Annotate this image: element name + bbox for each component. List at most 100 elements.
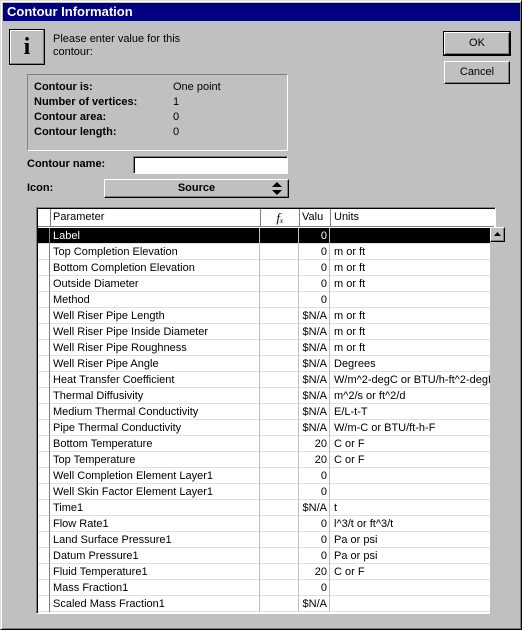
row-gutter: [38, 436, 50, 452]
formula-cell[interactable]: [261, 564, 299, 580]
value-cell[interactable]: $N/A: [300, 420, 330, 436]
table-row[interactable]: Fluid Temperature1 20 C or F: [38, 564, 494, 580]
formula-cell[interactable]: [261, 292, 299, 308]
cancel-button[interactable]: Cancel: [444, 61, 510, 84]
formula-cell[interactable]: [261, 548, 299, 564]
units-cell: C or F: [334, 566, 365, 578]
value-cell[interactable]: 0: [300, 484, 330, 500]
row-gutter: [38, 244, 50, 260]
updown-arrows-icon: [272, 182, 282, 195]
table-row[interactable]: Well Riser Pipe Roughness $N/A m or ft: [38, 340, 494, 356]
value-cell[interactable]: $N/A: [300, 596, 330, 612]
ok-button[interactable]: OK: [443, 31, 511, 56]
row-gutter: [38, 388, 50, 404]
row-gutter: [38, 580, 50, 596]
units-cell: W/m^2-degC or BTU/h-ft^2-degF: [334, 374, 494, 386]
units-cell: t: [334, 502, 338, 514]
formula-cell[interactable]: [261, 580, 299, 596]
formula-cell[interactable]: [261, 436, 299, 452]
table-row[interactable]: Outside Diameter 0 m or ft: [38, 276, 494, 292]
value-cell[interactable]: $N/A: [300, 324, 330, 340]
parameter-name-cell: Label: [51, 228, 260, 244]
table-row[interactable]: Mass Fraction1 0: [38, 580, 494, 596]
formula-cell[interactable]: [261, 308, 299, 324]
formula-cell[interactable]: [261, 596, 299, 612]
value-cell[interactable]: $N/A: [300, 340, 330, 356]
value-cell[interactable]: 0: [300, 260, 330, 276]
contour-name-input[interactable]: [133, 156, 288, 174]
table-row[interactable]: Heat Transfer Coefficient $N/A W/m^2-degC …: [38, 372, 494, 388]
value-cell[interactable]: 0: [300, 228, 330, 244]
table-row[interactable]: Well Riser Pipe Length $N/A m or ft: [38, 308, 494, 324]
value-cell[interactable]: 0: [300, 468, 330, 484]
units-cell: [331, 292, 494, 308]
header-parameter[interactable]: Parameter: [51, 209, 261, 226]
value-cell[interactable]: 20: [300, 452, 330, 468]
table-row[interactable]: Well Completion Element Layer1 0: [38, 468, 494, 484]
value-cell[interactable]: 20: [300, 436, 330, 452]
formula-cell[interactable]: [261, 276, 299, 292]
grid-header: Parameter fₓ Valu Units: [38, 209, 494, 227]
parameter-name-cell: Fluid Temperature1: [51, 564, 260, 580]
formula-cell[interactable]: [261, 372, 299, 388]
table-row[interactable]: Land Surface Pressure1 0 Pa or psi: [38, 532, 494, 548]
header-units[interactable]: Units: [331, 209, 494, 226]
table-row[interactable]: Top Temperature 20 C or F: [38, 452, 494, 468]
value-cell[interactable]: 20: [300, 564, 330, 580]
table-row[interactable]: Thermal Diffusivity $N/A m^2/s or ft^2/d: [38, 388, 494, 404]
value-cell[interactable]: 0: [300, 244, 330, 260]
value-cell[interactable]: $N/A: [300, 308, 330, 324]
row-gutter: [38, 308, 50, 324]
formula-cell[interactable]: [261, 388, 299, 404]
contour-information-dialog: Contour Information i Please enter value…: [0, 0, 522, 630]
formula-cell[interactable]: [261, 340, 299, 356]
header-value[interactable]: Valu: [300, 209, 331, 226]
value-cell[interactable]: $N/A: [300, 372, 330, 388]
table-row[interactable]: Flow Rate1 0 l^3/t or ft^3/t: [38, 516, 494, 532]
grid-scrollbar[interactable]: [490, 227, 505, 614]
table-row[interactable]: Method 0: [38, 292, 494, 308]
table-row[interactable]: Datum Pressure1 0 Pa or psi: [38, 548, 494, 564]
table-row[interactable]: Pipe Thermal Conductivity $N/A W/m-C or BT…: [38, 420, 494, 436]
table-row[interactable]: Time1 $N/A t: [38, 500, 494, 516]
value-cell[interactable]: 0: [300, 580, 330, 596]
formula-cell[interactable]: [261, 420, 299, 436]
formula-cell[interactable]: [261, 260, 299, 276]
formula-cell[interactable]: [261, 356, 299, 372]
value-cell[interactable]: 0: [300, 548, 330, 564]
formula-cell[interactable]: [261, 468, 299, 484]
formula-cell[interactable]: [261, 500, 299, 516]
header-formula-icon[interactable]: fₓ: [261, 209, 300, 226]
value-cell[interactable]: $N/A: [300, 356, 330, 372]
icon-select[interactable]: Source: [104, 179, 289, 198]
formula-cell[interactable]: [261, 452, 299, 468]
value-cell[interactable]: 0: [300, 532, 330, 548]
table-row[interactable]: Top Completion Elevation 0 m or ft: [38, 244, 494, 260]
table-row[interactable]: Scaled Mass Fraction1 $N/A: [38, 596, 494, 612]
formula-cell[interactable]: [261, 532, 299, 548]
table-row[interactable]: Medium Thermal Conductivity $N/A E/L-t-T: [38, 404, 494, 420]
formula-cell[interactable]: [261, 484, 299, 500]
value-cell[interactable]: $N/A: [300, 500, 330, 516]
value-cell[interactable]: $N/A: [300, 404, 330, 420]
formula-cell[interactable]: [261, 324, 299, 340]
value-cell[interactable]: $N/A: [300, 388, 330, 404]
parameter-name-cell: Thermal Diffusivity: [51, 388, 260, 404]
table-row[interactable]: Well Riser Pipe Inside Diameter $N/A m or …: [38, 324, 494, 340]
row-gutter: [38, 228, 50, 244]
formula-cell[interactable]: [261, 516, 299, 532]
table-row[interactable]: Bottom Temperature 20 C or F: [38, 436, 494, 452]
value-cell[interactable]: 0: [300, 276, 330, 292]
scroll-up-button[interactable]: [490, 227, 505, 242]
table-row[interactable]: Well Skin Factor Element Layer1 0: [38, 484, 494, 500]
parameter-name-cell: Datum Pressure1: [51, 548, 260, 564]
value-cell[interactable]: 0: [300, 292, 330, 308]
info-label: Number of vertices:: [34, 96, 138, 108]
table-row[interactable]: Bottom Completion Elevation 0 m or ft: [38, 260, 494, 276]
formula-cell[interactable]: [261, 404, 299, 420]
table-row[interactable]: Label 0: [38, 228, 494, 244]
value-cell[interactable]: 0: [300, 516, 330, 532]
table-row[interactable]: Well Riser Pipe Angle $N/A Degrees: [38, 356, 494, 372]
formula-cell[interactable]: [261, 228, 299, 244]
formula-cell[interactable]: [261, 244, 299, 260]
